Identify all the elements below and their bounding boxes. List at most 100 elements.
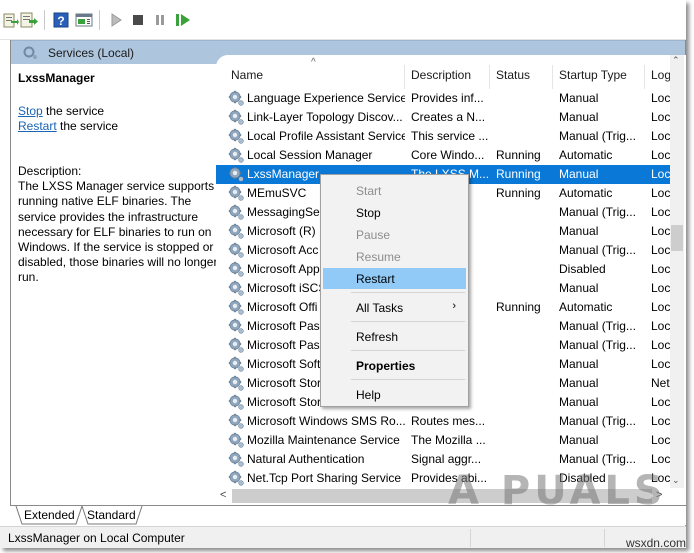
service-row[interactable]: Local Profile Assistant Service This serv… xyxy=(216,127,670,146)
service-log-on-as: Loc xyxy=(651,224,671,238)
service-gear-icon xyxy=(228,223,244,239)
service-startup-type: Manual xyxy=(559,281,599,295)
service-log-on-as: Loc xyxy=(651,205,671,219)
status-divider xyxy=(470,529,471,547)
service-name: Local Profile Assistant Service xyxy=(247,129,405,143)
service-row[interactable]: Link-Layer Topology Discov... Creates a N… xyxy=(216,108,670,127)
menu-item-label: Pause xyxy=(356,228,391,242)
service-gear-icon xyxy=(228,318,244,334)
restart-service-link[interactable]: Restart xyxy=(18,119,57,133)
service-gear-icon xyxy=(228,147,244,163)
service-startup-type: Manual xyxy=(559,376,599,390)
service-log-on-as: Loc xyxy=(651,414,671,428)
tab-standard[interactable]: Standard xyxy=(80,506,142,524)
toolbar-separator xyxy=(44,10,45,30)
menu-item-resume: Resume xyxy=(323,246,466,267)
service-log-on-as: Loc xyxy=(651,186,671,200)
vertical-scrollbar[interactable]: ⌃ ⌄ xyxy=(670,55,684,488)
service-log-on-as: Loc xyxy=(651,110,671,124)
column-header-startup-type[interactable]: Startup Type xyxy=(559,68,627,82)
menu-item-all-tasks[interactable]: All Tasks › xyxy=(323,297,466,318)
service-description: This service ... xyxy=(411,129,489,143)
status-text: LxssManager on Local Computer xyxy=(8,531,185,545)
service-gear-icon xyxy=(228,166,244,182)
restart-service-icon[interactable] xyxy=(174,11,192,29)
menu-item-help[interactable]: Help xyxy=(323,384,466,405)
service-name: Microsoft Windows SMS Ro... xyxy=(247,414,405,428)
service-name: Net.Tcp Port Sharing Service xyxy=(247,471,402,485)
column-divider[interactable] xyxy=(644,65,645,89)
column-divider[interactable] xyxy=(552,65,553,89)
vertical-scroll-thumb[interactable] xyxy=(671,225,683,251)
service-details-pane: LxssManager Stop the service Restart the… xyxy=(11,64,217,508)
service-description: Creates a N... xyxy=(411,110,486,124)
tab-extended[interactable]: Extended xyxy=(18,506,80,524)
column-header-status[interactable]: Status xyxy=(496,68,530,82)
service-log-on-as: Loc xyxy=(651,452,671,466)
stop-service-icon[interactable] xyxy=(129,11,147,29)
service-description: The Mozilla ... xyxy=(411,433,486,447)
status-divider xyxy=(604,529,605,547)
menu-item-label: Stop xyxy=(356,206,381,220)
menu-item-stop[interactable]: Stop xyxy=(323,202,466,223)
column-divider[interactable] xyxy=(489,65,490,89)
stop-service-link[interactable]: Stop xyxy=(18,104,43,118)
service-log-on-as: Loc xyxy=(651,129,671,143)
status-bar: LxssManager on Local Computer xyxy=(0,526,686,548)
service-gear-icon xyxy=(228,90,244,106)
menu-item-properties[interactable]: Properties xyxy=(323,355,466,376)
column-header-log-on-as[interactable]: Log xyxy=(651,68,671,82)
column-header-name[interactable]: Name xyxy=(231,68,263,82)
service-gear-icon xyxy=(228,185,244,201)
export-list-icon[interactable] xyxy=(20,11,38,29)
service-startup-type: Manual xyxy=(559,433,599,447)
service-log-on-as: Loc xyxy=(651,281,671,295)
service-log-on-as: Loc xyxy=(651,357,671,371)
scroll-down-icon[interactable]: ⌄ xyxy=(672,475,680,486)
menu-separator xyxy=(351,292,465,293)
service-row[interactable]: Local Session Manager Core Windo... Runnin… xyxy=(216,146,670,165)
menu-item-label: Restart xyxy=(356,272,395,286)
service-row[interactable]: Natural Authentication Signal aggr... Manu… xyxy=(216,450,670,469)
menu-item-restart[interactable]: Restart xyxy=(323,268,466,289)
start-service-icon[interactable] xyxy=(107,11,125,29)
service-row[interactable]: Language Experience Service Provides inf.… xyxy=(216,89,670,108)
toolbar-separator xyxy=(99,10,100,30)
service-name: Natural Authentication xyxy=(247,452,365,466)
show-hide-action-pane-icon[interactable] xyxy=(75,11,93,29)
service-log-on-as: Loc xyxy=(651,395,671,409)
menu-separator xyxy=(351,379,465,380)
scroll-up-icon[interactable]: ⌃ xyxy=(672,55,680,66)
action-text: the service xyxy=(42,104,105,118)
export-list-icon[interactable] xyxy=(2,11,20,29)
pause-service-icon[interactable] xyxy=(151,11,169,29)
service-gear-icon xyxy=(228,261,244,277)
service-gear-icon xyxy=(228,432,244,448)
service-startup-type: Manual (Trig... xyxy=(559,205,636,219)
service-log-on-as: Loc xyxy=(651,433,671,447)
scroll-left-icon[interactable]: < xyxy=(220,489,226,501)
selected-service-name: LxssManager xyxy=(18,71,95,85)
service-startup-type: Manual (Trig... xyxy=(559,129,636,143)
service-log-on-as: Loc xyxy=(651,319,671,333)
service-gear-icon xyxy=(228,280,244,296)
service-startup-type: Automatic xyxy=(559,186,613,200)
service-row[interactable]: Microsoft Windows SMS Ro... Routes mes...… xyxy=(216,412,670,431)
service-startup-type: Automatic xyxy=(559,148,613,162)
service-name: Local Session Manager xyxy=(247,148,373,162)
column-header-description[interactable]: Description xyxy=(411,68,471,82)
menu-item-refresh[interactable]: Refresh xyxy=(323,326,466,347)
restart-service-action: Restart the service xyxy=(18,119,118,133)
service-startup-type: Manual xyxy=(559,167,599,181)
service-startup-type: Manual xyxy=(559,110,599,124)
description-label: Description: xyxy=(18,164,82,178)
menu-item-pause: Pause xyxy=(323,224,466,245)
service-description: Core Windo... xyxy=(411,148,485,162)
service-row[interactable]: Mozilla Maintenance Service The Mozilla .… xyxy=(216,431,670,450)
column-divider[interactable] xyxy=(404,65,405,89)
service-startup-type: Manual (Trig... xyxy=(559,452,636,466)
service-gear-icon xyxy=(228,337,244,353)
service-startup-type: Manual xyxy=(559,224,599,238)
tab-label: Extended xyxy=(24,508,75,522)
help-icon[interactable]: ? xyxy=(52,11,70,29)
